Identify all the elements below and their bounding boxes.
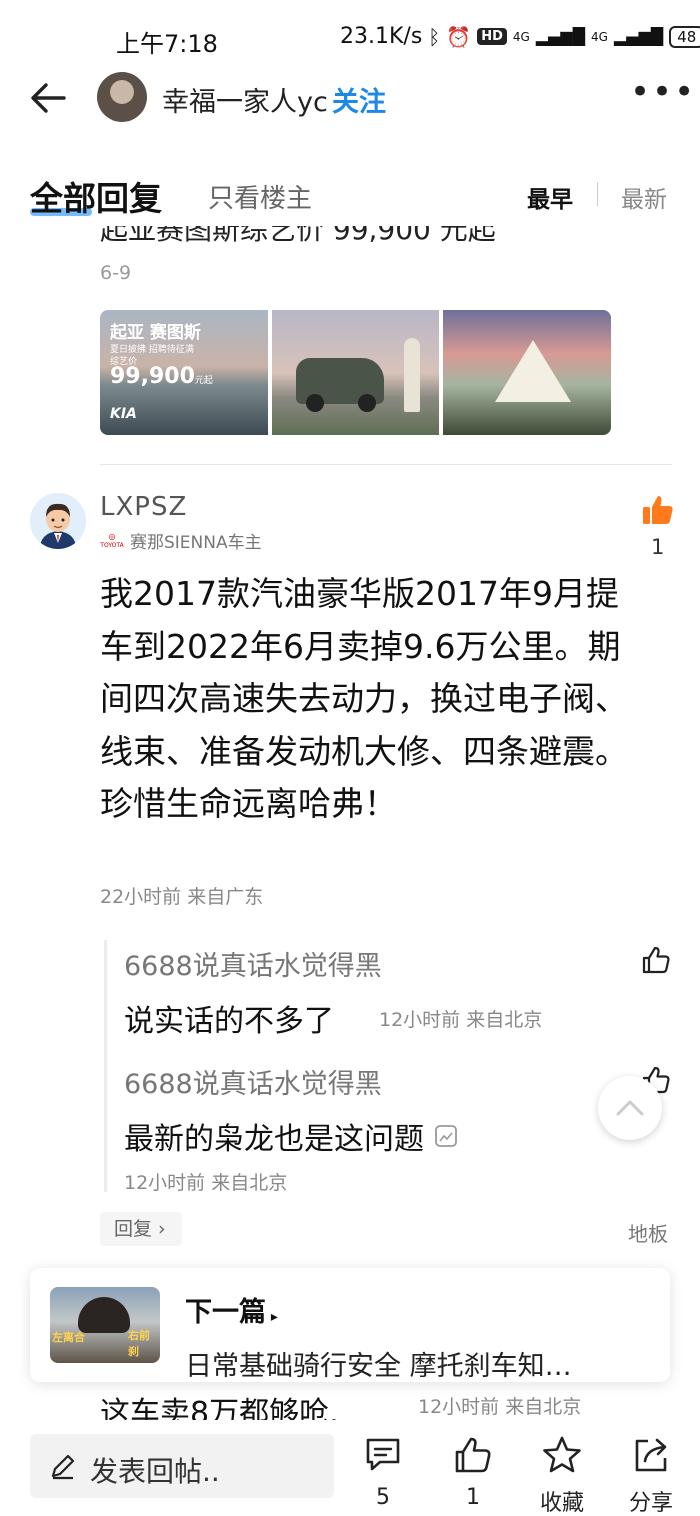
caret-right-icon: ▸ (266, 1309, 278, 1325)
commenter-name[interactable]: LXPSZ (100, 492, 187, 522)
reply-text: 说实话的不多了 (124, 1004, 334, 1039)
next-post-label[interactable]: 下一篇 ▸ (185, 1290, 278, 1329)
hd-badge: HD (477, 28, 507, 45)
kia-logo: KIA (110, 406, 137, 422)
car-illustration (295, 358, 384, 412)
scroll-to-top-button[interactable] (598, 1076, 662, 1140)
ad-image-2[interactable] (271, 310, 440, 435)
favorite-button[interactable] (541, 1434, 583, 1480)
signal-icon: ▂▄▆█ (613, 27, 664, 46)
previous-post-date: 6-9 (100, 262, 132, 284)
signal-2-label: 4G (591, 29, 608, 44)
partial-comment-text: 这车卖8万都够呛. (100, 1396, 339, 1420)
reply-meta: 12小时前 来自北京 (379, 1009, 543, 1031)
partial-comment-meta: 12小时前 来自北京 (418, 1396, 582, 1418)
comments-count: 5 (376, 1485, 390, 1510)
thumbs-up-filled-icon (643, 496, 673, 524)
status-indicators: 23.1K/s ᛒ ⏰ HD 4G ▂▄▆█ 4G ▂▄▆█ 48 (340, 24, 700, 49)
ad-image-1[interactable]: 起亚 赛图斯 夏日披拂 招聘待征满 综艺价 99,900元起 KIA (100, 310, 268, 435)
tab-op-only[interactable]: 只看楼主 (208, 178, 312, 215)
comments-button[interactable] (362, 1434, 404, 1480)
post-reply-placeholder[interactable]: 发表回帖.. (90, 1450, 220, 1490)
person-illustration (403, 338, 420, 412)
next-post-title[interactable]: 日常基础骑行安全 摩托刹车知… (185, 1344, 645, 1383)
favorite-label: 收藏 (539, 1491, 584, 1516)
alarm-icon: ⏰ (446, 24, 472, 49)
reply-author[interactable]: 6688说真话水觉得黑 (124, 944, 382, 983)
sort-divider (597, 182, 598, 206)
network-speed: 23.1K/s (340, 24, 423, 49)
reply-text-row: 最新的枭龙也是这问题 (124, 1114, 458, 1158)
likes-count: 1 (466, 1485, 480, 1510)
battery-indicator: 48 (669, 25, 700, 48)
reply-button[interactable]: 回复 › (100, 1212, 182, 1246)
thumbs-up-icon (455, 1437, 491, 1473)
thumb-label-right: 右前刹 (128, 1329, 150, 1358)
thumb-label-left: 左离合 (52, 1331, 85, 1344)
more-options-button[interactable]: ••• (630, 75, 696, 109)
commenter-avatar[interactable] (30, 493, 86, 549)
reply-text: 最新的枭龙也是这问题 (124, 1122, 424, 1157)
image-attachment-icon[interactable] (434, 1124, 458, 1148)
reply-thread-line (104, 940, 107, 1192)
thumbs-up-icon (642, 946, 670, 974)
ad-brand-title: 起亚 赛图斯 (110, 323, 201, 343)
reply-author[interactable]: 6688说真话水觉得黑 (124, 1062, 382, 1101)
like-post-button[interactable] (452, 1434, 494, 1480)
pencil-icon (48, 1451, 78, 1481)
tab-all-replies[interactable]: 全部回复 (30, 172, 162, 220)
arrow-left-icon (31, 83, 66, 113)
tent-illustration (495, 340, 572, 402)
bluetooth-icon: ᛒ (428, 24, 441, 49)
sort-earliest[interactable]: 最早 (527, 180, 573, 214)
follow-button[interactable]: 关注 (332, 80, 386, 119)
back-button[interactable] (28, 78, 68, 118)
ad-image-3[interactable] (443, 310, 611, 435)
author-avatar[interactable] (97, 72, 147, 122)
divider (100, 464, 672, 465)
motorcycle-illustration (78, 1297, 130, 1333)
ad-price: 99,900元起 (110, 364, 213, 389)
share-icon (635, 1438, 667, 1472)
signal-1-label: 4G (512, 29, 530, 44)
status-time: 上午7:18 (116, 30, 218, 58)
reply-meta: 12小时前 来自北京 (124, 1172, 288, 1194)
car-owner-label: 赛那SIENNA车主 (130, 533, 262, 553)
next-post-thumbnail[interactable]: 左离合 右前刹 (50, 1287, 160, 1363)
comment-body: 我2017款汽油豪华版2017年9月提车到2022年6月卖掉9.6万公里。期间四… (100, 574, 628, 823)
chevron-up-icon (616, 1100, 644, 1116)
car-owner-badge: ◎ TOYOTA 赛那SIENNA车主 (100, 528, 262, 553)
reply-like-button[interactable] (640, 944, 672, 976)
previous-post-text: 起亚赛图斯综艺价 99,900 元起 (100, 226, 496, 246)
author-name[interactable]: 幸福一家人yc (162, 80, 328, 119)
star-icon (543, 1436, 581, 1473)
comment-like-count: 1 (651, 535, 665, 559)
ad-image-row[interactable]: 起亚 赛图斯 夏日披拂 招聘待征满 综艺价 99,900元起 KIA (100, 310, 611, 435)
share-label: 分享 (628, 1491, 673, 1516)
share-button[interactable] (630, 1434, 672, 1480)
floor-label: 地板 (628, 1222, 668, 1246)
comment-like-button[interactable] (640, 492, 676, 528)
cartoon-avatar-icon (30, 493, 86, 549)
toyota-logo-icon: ◎ TOYOTA (100, 531, 124, 549)
sort-newest[interactable]: 最新 (621, 180, 667, 214)
signal-icon: ▂▄▆█ (535, 27, 586, 46)
comment-meta: 22小时前 来自广东 (100, 886, 264, 908)
comment-icon (366, 1438, 400, 1471)
